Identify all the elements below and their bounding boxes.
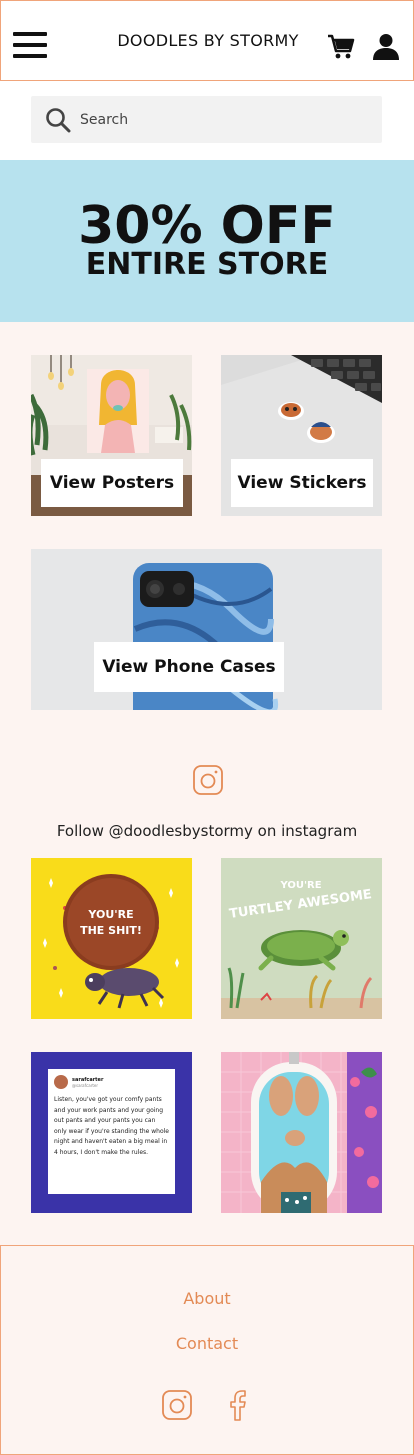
tweet-name: sarafcarter [72,1076,104,1083]
tweet-body: Listen, you've got your comfy pants and … [54,1096,169,1156]
tweet-author: sarafcarter @sarafcarter [72,1077,103,1088]
menu-icon[interactable] [13,32,47,59]
search-input[interactable] [80,108,370,132]
search-icon[interactable] [45,107,71,133]
search-bar[interactable] [31,96,382,143]
post-caption-line1: YOU'RE [87,908,133,921]
post-caption-line2: THE SHIT! [80,924,142,937]
facebook-icon[interactable] [227,1389,251,1421]
instagram-post[interactable]: YOU'RE TURTLEY AWESOME [221,858,382,1019]
phone-cases-tile[interactable]: View Phone Cases [31,549,382,710]
site-footer: About Contact [0,1245,414,1455]
instagram-post[interactable] [221,1052,382,1213]
site-header: DOODLES BY STORMY [0,0,414,81]
promo-subheadline: ENTIRE STORE [85,247,329,282]
tweet-header: sarafcarter @sarafcarter [54,1075,169,1089]
posters-tile[interactable]: View Posters [31,355,192,516]
view-phone-cases-button[interactable]: View Phone Cases [94,642,284,692]
view-posters-button[interactable]: View Posters [41,459,183,507]
instagram-icon[interactable] [192,764,224,796]
user-icon[interactable] [372,33,400,60]
instagram-icon[interactable] [161,1389,193,1421]
promo-headline: 30% OFF [78,196,336,256]
post-image-turtle: YOU'RE TURTLEY AWESOME [221,858,382,1019]
post-caption-line1: YOU'RE [279,880,321,891]
post-image-bath [221,1052,382,1213]
menu-bar [13,54,47,58]
instagram-follow-text[interactable]: Follow @doodlesbystormy on instagram [0,822,414,840]
footer-about-link[interactable]: About [1,1289,413,1308]
post-image-beetle: YOU'RE THE SHIT! [31,858,192,1019]
view-stickers-button[interactable]: View Stickers [231,459,373,507]
promo-banner[interactable]: 30% OFF ENTIRE STORE [0,160,414,322]
tweet-card: sarafcarter @sarafcarter Listen, you've … [48,1069,175,1194]
footer-contact-link[interactable]: Contact [1,1334,413,1353]
tweet-handle: @sarafcarter [72,1082,99,1088]
avatar [54,1075,68,1089]
search-section [0,81,414,160]
instagram-post[interactable]: YOU'RE THE SHIT! [31,858,192,1019]
stickers-tile[interactable]: View Stickers [221,355,382,516]
menu-bar [13,43,47,47]
menu-bar [13,32,47,36]
cart-icon[interactable] [327,34,355,60]
instagram-post[interactable]: sarafcarter @sarafcarter Listen, you've … [31,1052,192,1213]
brand-title[interactable]: DOODLES BY STORMY [111,31,305,50]
